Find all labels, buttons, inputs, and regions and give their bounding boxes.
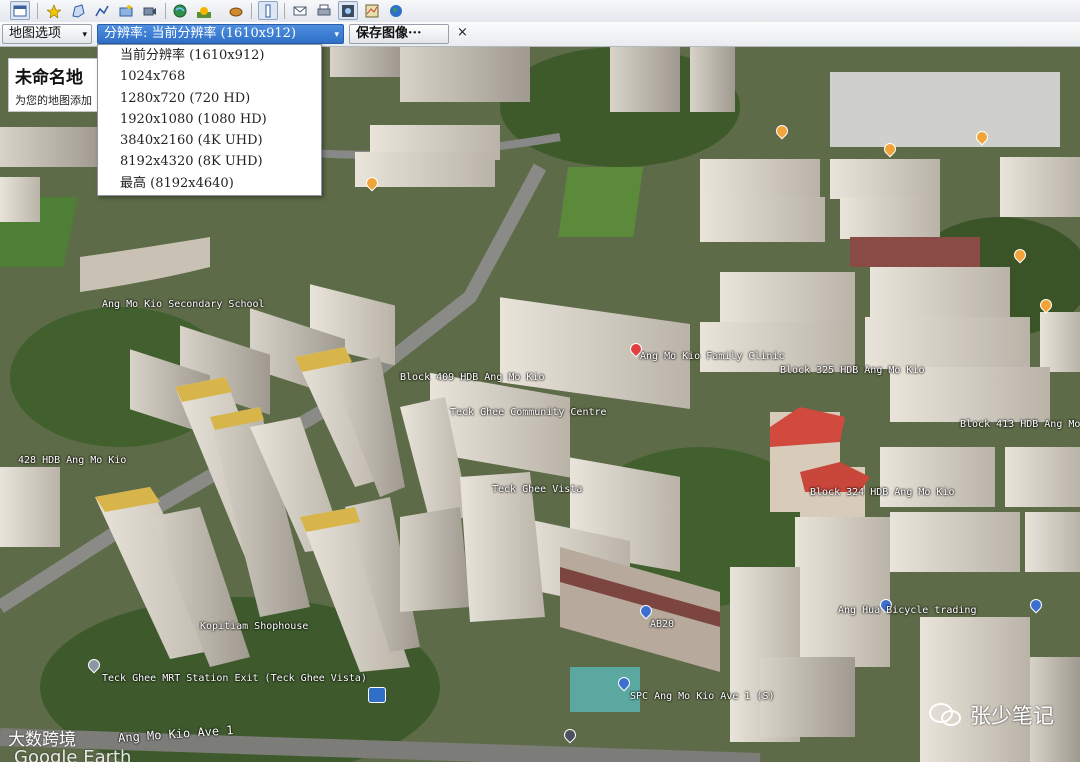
map-title[interactable]: 未命名地 <box>15 63 83 88</box>
map-label[interactable]: 428 HDB Ang Mo Kio <box>18 455 126 466</box>
resolution-dropdown[interactable]: 分辨率: 当前分辨率 (1610x912) ▾ <box>97 24 344 44</box>
resolution-menu: 当前分辨率 (1610x912) 1024x768 1280x720 (720 … <box>97 44 322 196</box>
map-label[interactable]: Teck Ghee Community Centre <box>450 407 607 418</box>
map-label[interactable]: Ang Mo Kio Family Clinic <box>640 351 785 362</box>
historical-imagery-icon[interactable] <box>170 1 190 20</box>
add-overlay-icon[interactable] <box>116 1 136 20</box>
main-toolbar <box>0 0 1080 23</box>
menu-item-4k[interactable]: 3840x2160 (4K UHD) <box>98 130 321 151</box>
ruler-icon[interactable] <box>258 1 278 20</box>
menu-item-720hd[interactable]: 1280x720 (720 HD) <box>98 88 321 109</box>
google-earth-logo: Google Earth <box>14 747 132 762</box>
map-label[interactable]: Block 409 HDB Ang Mo Kio <box>400 372 545 383</box>
chevron-down-icon: ▾ <box>82 30 87 40</box>
map-label[interactable]: Block 325 HDB Ang Mo Kio <box>780 365 925 376</box>
planets-icon[interactable] <box>226 1 246 20</box>
add-path-icon[interactable] <box>92 1 112 20</box>
menu-item-current[interactable]: 当前分辨率 (1610x912) <box>98 45 321 66</box>
map-label[interactable]: Teck Ghee MRT Station Exit (Teck Ghee Vi… <box>102 673 367 684</box>
menu-item-1024[interactable]: 1024x768 <box>98 66 321 87</box>
map-label[interactable]: Kopitiam Shophouse <box>200 621 308 632</box>
window-icon[interactable] <box>10 1 30 20</box>
close-icon[interactable]: × <box>457 25 468 40</box>
print-icon[interactable] <box>314 1 334 20</box>
map-label[interactable]: Ang Mo Kio Secondary School <box>102 299 265 310</box>
resolution-label: 分辨率: 当前分辨率 (1610x912) <box>104 26 297 41</box>
sunlight-icon[interactable] <box>194 1 214 20</box>
bus-stop-icon[interactable] <box>368 687 386 703</box>
menu-item-8k[interactable]: 8192x4320 (8K UHD) <box>98 151 321 172</box>
wechat-watermark: 张少笔记 <box>928 700 1054 730</box>
menu-item-1080hd[interactable]: 1920x1080 (1080 HD) <box>98 109 321 130</box>
map-title-panel[interactable]: 未命名地 为您的地图添加 <box>8 58 100 112</box>
map-label[interactable]: Ang Hua Bicycle trading <box>838 605 976 616</box>
wechat-icon <box>929 703 961 726</box>
map-label[interactable]: Teck Ghee Vista <box>492 484 582 495</box>
add-placemark-icon[interactable] <box>44 1 64 20</box>
map-label[interactable]: Block 324 HDB Ang Mo Kio <box>810 487 955 498</box>
add-polygon-icon[interactable] <box>68 1 88 20</box>
map-options-label: 地图选项 <box>9 26 62 41</box>
map-subtitle[interactable]: 为您的地图添加 <box>15 92 92 108</box>
save-image-button[interactable]: 保存图像··· <box>349 24 449 44</box>
menu-item-max[interactable]: 最高 (8192x4640) <box>98 173 321 194</box>
save-image-icon[interactable] <box>338 1 358 20</box>
map-label[interactable]: Block 413 HDB Ang Mo Kio <box>960 419 1080 430</box>
chevron-down-icon: ▾ <box>334 30 339 40</box>
watermark-text: 张少笔记 <box>970 704 1054 728</box>
email-icon[interactable] <box>290 1 310 20</box>
map-label[interactable]: SPC Ang Mo Kio Ave 1 (S) <box>630 691 775 702</box>
map-label[interactable]: AB20 <box>650 619 674 630</box>
save-image-label: 保存图像··· <box>356 26 422 41</box>
record-tour-icon[interactable] <box>140 1 160 20</box>
maps-icon[interactable] <box>362 1 382 20</box>
earth-icon[interactable] <box>386 1 406 20</box>
map-options-dropdown[interactable]: 地图选项 ▾ <box>2 24 92 44</box>
